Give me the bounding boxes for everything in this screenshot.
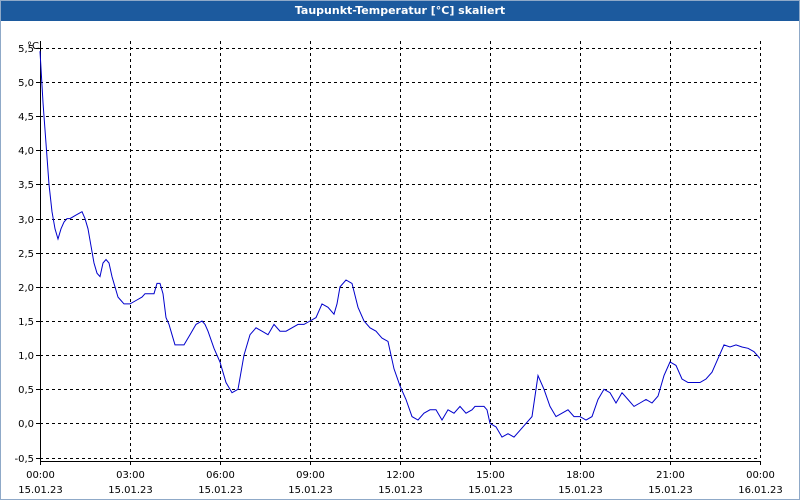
- chart-window: Taupunkt-Temperatur [°C] skaliert °C -0,…: [0, 0, 800, 500]
- y-tick-label: 5,5: [18, 44, 34, 55]
- x-tick-time-label: 09:00: [296, 470, 325, 481]
- x-tick-date-label: 15.01.23: [198, 485, 243, 496]
- x-tick-time-label: 18:00: [566, 470, 595, 481]
- y-tick-label: 0,0: [18, 419, 34, 430]
- chart-grid: [40, 41, 761, 461]
- y-tick-label: 3,0: [18, 215, 34, 226]
- x-tick-time-label: 12:00: [386, 470, 415, 481]
- x-tick-time-label: 00:00: [746, 470, 775, 481]
- y-tick-label: 5,0: [18, 78, 34, 89]
- x-tick-date-label: 15.01.23: [378, 485, 423, 496]
- x-tick-time-label: 00:00: [26, 470, 55, 481]
- window-title: Taupunkt-Temperatur [°C] skaliert: [1, 1, 799, 21]
- y-tick-label: 2,5: [18, 249, 34, 260]
- x-tick-date-label: 15.01.23: [18, 485, 63, 496]
- x-tick-date-label: 15.01.23: [288, 485, 333, 496]
- x-tick-date-label: 15.01.23: [648, 485, 693, 496]
- x-tick-time-label: 06:00: [206, 470, 235, 481]
- dewpoint-line-chart: °C -0,50,00,51,01,52,02,53,03,54,04,55,0…: [14, 41, 783, 496]
- y-tick-label: 1,5: [18, 317, 34, 328]
- y-tick-label: 0,5: [18, 385, 34, 396]
- y-tick-label: 3,5: [18, 180, 34, 191]
- x-axis-ticks: 00:00 15.01.23 03:00 15.01.23 06:00 15.01.23 0…: [18, 461, 783, 496]
- y-tick-label: 2,0: [18, 283, 34, 294]
- x-tick-date-label: 15.01.23: [108, 485, 153, 496]
- x-tick-time-label: 15:00: [476, 470, 505, 481]
- y-axis-ticks: -0,5 0,0 0,5 1,0 1,5 2,0 2,5 3,0 3,5 4,0 4,5 5,0 5,5: [14, 44, 40, 465]
- x-tick-date-label: 16.01.23: [738, 485, 783, 496]
- y-tick-label: 4,5: [18, 112, 34, 123]
- x-tick-time-label: 21:00: [656, 470, 685, 481]
- x-tick-date-label: 15.01.23: [558, 485, 603, 496]
- x-tick-time-label: 03:00: [116, 470, 145, 481]
- y-tick-label: 1,0: [18, 351, 34, 362]
- y-tick-label: -0,5: [14, 454, 34, 465]
- y-tick-label: 4,0: [18, 146, 34, 157]
- x-tick-date-label: 15.01.23: [468, 485, 513, 496]
